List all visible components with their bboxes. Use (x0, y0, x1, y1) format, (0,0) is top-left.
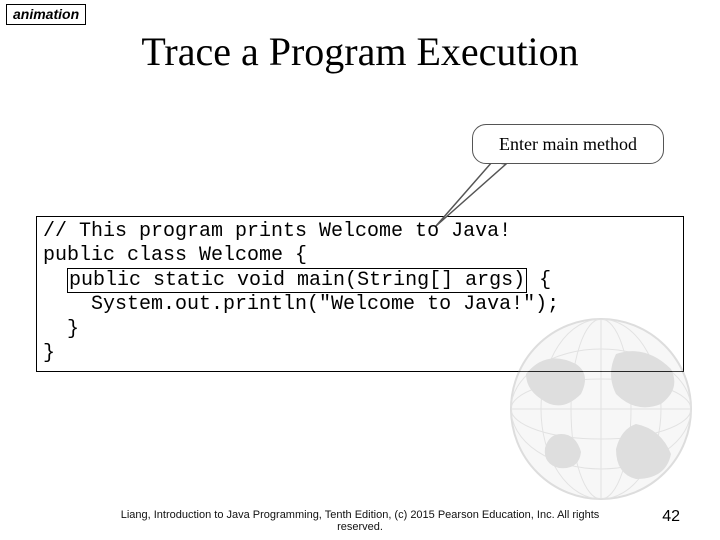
animation-tag: animation (6, 4, 86, 25)
globe-icon (506, 314, 696, 504)
code-line-6: } (43, 342, 55, 365)
footer-text: Liang, Introduction to Java Programming,… (100, 509, 620, 534)
callout-tail-icon (428, 160, 518, 232)
code-line-5: } (43, 318, 79, 341)
footer: Liang, Introduction to Java Programming,… (0, 509, 720, 534)
page-number: 42 (662, 508, 680, 526)
callout-bubble: Enter main method (472, 124, 664, 164)
code-line-4: System.out.println("Welcome to Java!"); (43, 293, 559, 316)
code-line-2: public class Welcome { (43, 244, 307, 267)
callout-text: Enter main method (499, 134, 637, 155)
code-line-3-post: { (527, 269, 551, 292)
code-line-3-highlight: public static void main(String[] args) (67, 268, 527, 293)
slide-title: Trace a Program Execution (0, 28, 720, 75)
code-line-3-pre (43, 269, 67, 292)
